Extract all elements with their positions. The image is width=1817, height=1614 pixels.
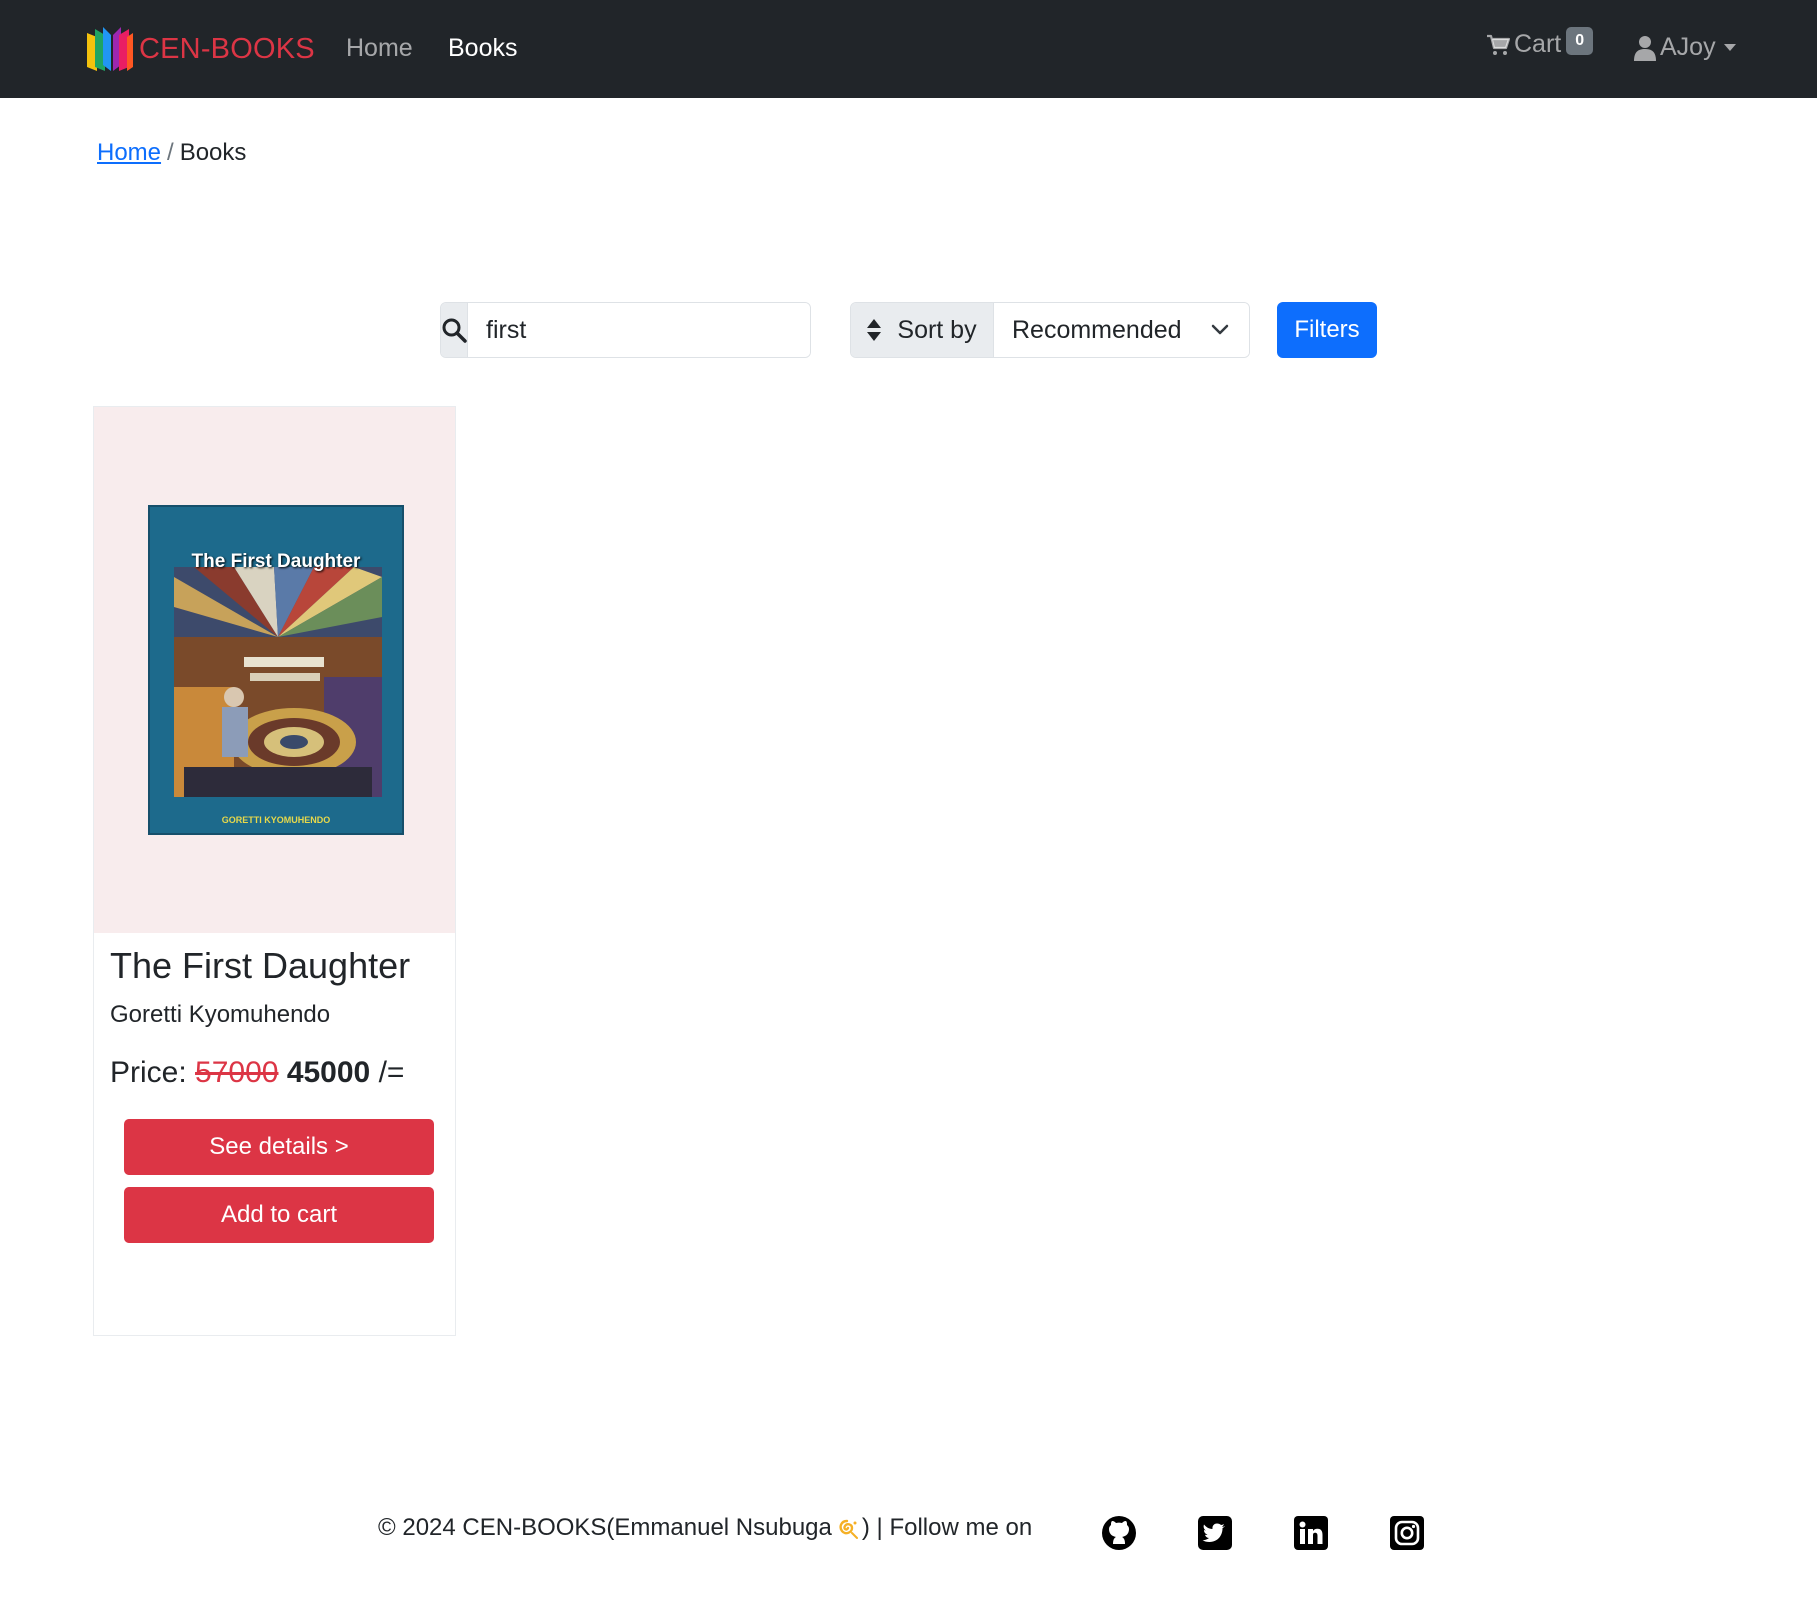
book-image-container: The First Daughter GORETTI KYOMUHENDO [94,407,455,933]
price-label: Price: [110,1056,187,1089]
search-input[interactable] [468,303,810,357]
book-author: Goretti Kyomuhendo [110,1001,331,1028]
chevron-down-icon [1211,324,1229,335]
breadcrumb-current: Books [179,139,247,166]
cover-title: The First Daughter [191,551,361,572]
nav-home-link[interactable]: Home [346,34,413,63]
search-group [440,302,811,358]
breadcrumb-separator: / [167,139,174,166]
twitter-icon[interactable] [1197,1515,1233,1551]
book-cover-image[interactable]: The First Daughter GORETTI KYOMUHENDO [148,505,404,835]
linkedin-icon[interactable] [1293,1515,1329,1551]
footer-text: © 2024 CEN-BOOKS(Emmanuel Nsubuga ) | Fo… [378,1514,1032,1542]
search-icon [442,318,467,343]
new-price: 45000 [286,1056,371,1089]
brand-link[interactable]: CEN-BOOKS [83,24,315,74]
sort-select[interactable]: Recommended [994,303,1249,357]
user-name: AJoy [1660,33,1716,61]
see-details-button[interactable]: See details > [124,1119,434,1175]
footer-copyright: © 2024 CEN-BOOKS(Emmanuel Nsubuga [378,1514,832,1541]
add-to-cart-button[interactable]: Add to cart [124,1187,434,1243]
book-title: The First Daughter [110,945,411,986]
brand-name: CEN-BOOKS [139,32,315,65]
book-card: The First Daughter GORETTI KYOMUHENDO Th… [93,406,456,1336]
currency-suffix: /= [378,1056,405,1089]
github-icon[interactable] [1101,1515,1137,1551]
sort-label: Sort by [897,315,977,344]
search-icon-addon [441,303,468,357]
old-price: 57000 [195,1056,279,1089]
instagram-icon[interactable] [1389,1515,1425,1551]
books-logo-icon [87,27,133,71]
sort-selected-value: Recommended [1012,315,1182,344]
filters-button[interactable]: Filters [1277,302,1377,358]
cover-author: GORETTI KYOMUHENDO [221,815,331,825]
nav-books-link[interactable]: Books [448,34,517,63]
caret-down-icon [1723,44,1736,51]
cart-label: Cart [1514,30,1562,58]
sort-group: Sort by Recommended [850,302,1250,358]
footer-follow: ) | Follow me on [861,1514,1033,1541]
cart-link[interactable]: Cart 0 [1486,26,1594,59]
cover-artwork [174,567,382,797]
dizzy-emoji-icon [839,1519,858,1539]
sort-label-addon: Sort by [851,303,994,357]
book-price: Price: 57000 45000 /= [110,1056,404,1090]
user-icon [1634,35,1656,61]
sort-icon [867,319,882,341]
breadcrumb-home-link[interactable]: Home [97,139,161,166]
breadcrumb: Home / Books [97,139,246,167]
top-navbar: CEN-BOOKS Home Books Cart 0 AJoy [0,0,1817,98]
cart-count-badge: 0 [1566,26,1594,55]
cart-icon [1487,34,1510,55]
user-menu-toggle[interactable]: AJoy [1634,33,1736,62]
